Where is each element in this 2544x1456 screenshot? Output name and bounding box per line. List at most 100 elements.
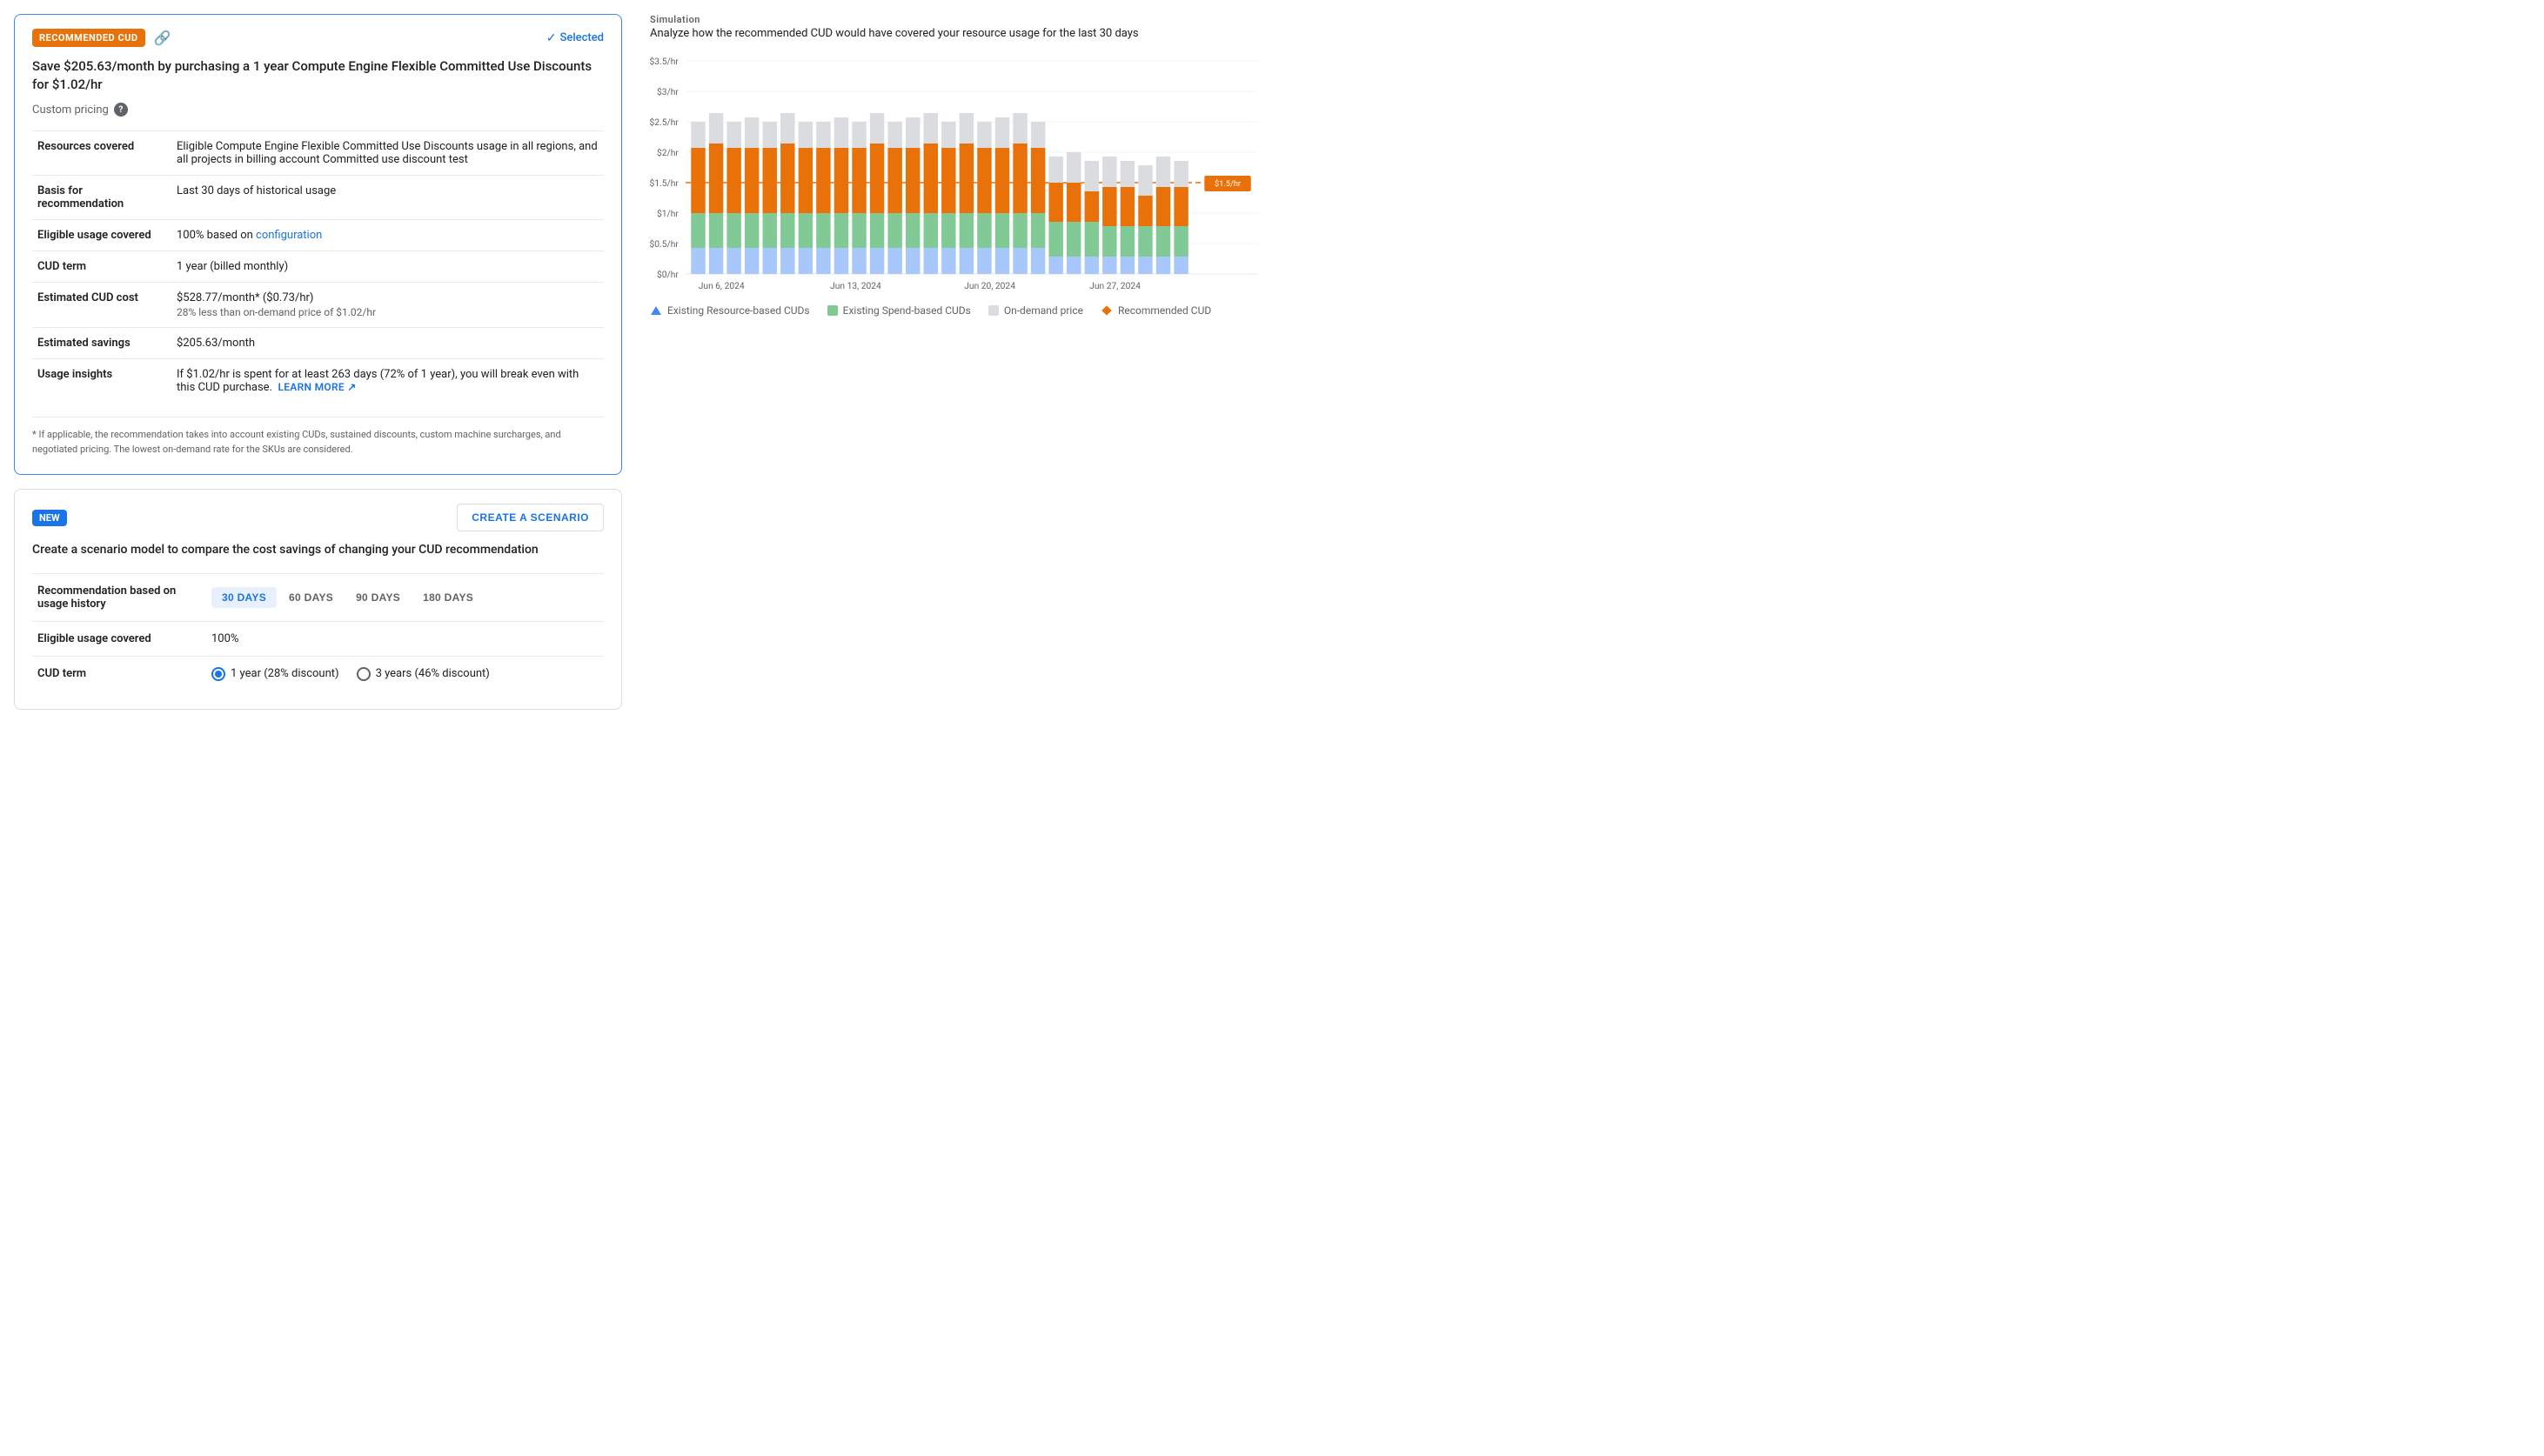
table-row: Basis for recommendation Last 30 days of…	[32, 176, 604, 220]
tab-90-days[interactable]: 90 DAYS	[345, 587, 411, 608]
cost-main: $528.77/month* ($0.73/hr)	[177, 291, 599, 304]
chart-container: $3.5/hr $3/hr $2.5/hr $2/hr $1.5/hr $1/h…	[650, 54, 1258, 297]
svg-text:$3/hr: $3/hr	[657, 86, 679, 97]
scenario-table: Recommendation based on usage history 30…	[32, 573, 604, 691]
header-left: RECOMMENDED CUD 🔗	[32, 29, 171, 47]
resources-covered-label: Resources covered	[32, 131, 171, 176]
basis-label: Basis for recommendation	[32, 176, 171, 220]
scenario-title: Create a scenario model to compare the c…	[32, 542, 604, 559]
estimated-cost-value: $528.77/month* ($0.73/hr) 28% less than …	[171, 283, 604, 328]
scenario-header: NEW CREATE A SCENARIO	[32, 504, 604, 531]
simulation-subtitle: Analyze how the recommended CUD would ha…	[650, 27, 1258, 40]
cost-sub: 28% less than on-demand price of $1.02/h…	[177, 306, 599, 318]
footnote: * If applicable, the recommendation take…	[32, 417, 604, 457]
table-row: Eligible usage covered 100%	[32, 621, 604, 656]
tab-180-days[interactable]: 180 DAYS	[412, 587, 484, 608]
usage-insights-label: Usage insights	[32, 359, 171, 404]
diamond-icon	[1101, 304, 1113, 317]
eligible-value: 100% based on configuration	[171, 220, 604, 251]
radio-1-year-dot	[215, 671, 222, 678]
details-table: Resources covered Eligible Compute Engin…	[32, 130, 604, 403]
rec-card-header: RECOMMENDED CUD 🔗 ✓ Selected	[32, 29, 604, 47]
table-row: Estimated savings $205.63/month	[32, 328, 604, 359]
eligible-label: Eligible usage covered	[32, 220, 171, 251]
table-row: Eligible usage covered 100% based on con…	[32, 220, 604, 251]
help-icon[interactable]: ?	[114, 103, 128, 117]
square-green-icon	[827, 305, 838, 316]
scenario-cud-term-label: CUD term	[32, 656, 206, 691]
bar-gray-1	[691, 122, 705, 148]
savings-value: $205.63/month	[171, 328, 604, 359]
table-row: Recommendation based on usage history 30…	[32, 573, 604, 621]
bar-blue-1	[691, 248, 705, 274]
radio-1-year[interactable]: 1 year (28% discount)	[211, 667, 339, 681]
simulation-title: Simulation	[650, 14, 1258, 25]
svg-text:$3.5/hr: $3.5/hr	[650, 56, 679, 67]
checkmark-icon: ✓	[546, 31, 557, 45]
legend-spend-cuds: Existing Spend-based CUDs	[827, 304, 971, 317]
radio-3-year-circle	[357, 667, 371, 681]
cud-term-label: CUD term	[32, 251, 171, 283]
table-row: CUD term 1 year (billed monthly)	[32, 251, 604, 283]
recommended-badge: RECOMMENDED CUD	[32, 29, 145, 47]
square-gray-icon	[988, 305, 999, 316]
svg-text:$1.5/hr: $1.5/hr	[1215, 179, 1241, 189]
svg-text:Jun 13, 2024: Jun 13, 2024	[830, 282, 881, 291]
radio-1-year-label: 1 year (28% discount)	[231, 667, 339, 680]
days-tabs-cell: 30 DAYS 60 DAYS 90 DAYS 180 DAYS	[206, 573, 604, 621]
selected-label: Selected	[559, 31, 604, 44]
right-panel: Simulation Analyze how the recommended C…	[636, 14, 1258, 710]
svg-text:Jun 6, 2024: Jun 6, 2024	[699, 282, 745, 291]
learn-more-link[interactable]: LEARN MORE ↗	[278, 381, 356, 393]
tab-60-days[interactable]: 60 DAYS	[278, 587, 344, 608]
selected-badge: ✓ Selected	[546, 31, 604, 45]
svg-text:$2/hr: $2/hr	[657, 147, 679, 158]
configuration-link[interactable]: configuration	[256, 229, 322, 242]
svg-text:$0.5/hr: $0.5/hr	[650, 238, 679, 250]
eligible-coverage-value: 100%	[206, 621, 604, 656]
scenario-card: NEW CREATE A SCENARIO Create a scenario …	[14, 489, 622, 710]
table-row: Resources covered Eligible Compute Engin…	[32, 131, 604, 176]
bar-orange-1	[691, 148, 705, 213]
legend-ondemand-label: On-demand price	[1004, 304, 1083, 317]
svg-text:$2.5/hr: $2.5/hr	[650, 117, 679, 128]
usage-insights-value: If $1.02/hr is spent for at least 263 da…	[171, 359, 604, 404]
cud-term-radio-group: 1 year (28% discount) 3 years (46% disco…	[211, 667, 599, 681]
eligible-coverage-label: Eligible usage covered	[32, 621, 206, 656]
radio-3-year-label: 3 years (46% discount)	[376, 667, 490, 680]
create-scenario-button[interactable]: CREATE A SCENARIO	[457, 504, 604, 531]
radio-3-year[interactable]: 3 years (46% discount)	[357, 667, 490, 681]
usage-history-label: Recommendation based on usage history	[32, 573, 206, 621]
basis-value: Last 30 days of historical usage	[171, 176, 604, 220]
table-row: Estimated CUD cost $528.77/month* ($0.73…	[32, 283, 604, 328]
svg-text:Jun 20, 2024: Jun 20, 2024	[964, 282, 1015, 291]
svg-text:$1.5/hr: $1.5/hr	[650, 177, 679, 189]
left-panel: RECOMMENDED CUD 🔗 ✓ Selected Save $205.6…	[14, 14, 636, 710]
resources-covered-value: Eligible Compute Engine Flexible Committ…	[171, 131, 604, 176]
estimated-cost-label: Estimated CUD cost	[32, 283, 171, 328]
tab-30-days[interactable]: 30 DAYS	[211, 587, 277, 608]
legend-resource-cuds: Existing Resource-based CUDs	[650, 304, 810, 317]
radio-1-year-circle	[211, 667, 225, 681]
link-icon[interactable]: 🔗	[154, 30, 171, 46]
custom-pricing-label: Custom pricing	[32, 104, 109, 117]
new-badge: NEW	[32, 510, 67, 526]
svg-text:Jun 27, 2024: Jun 27, 2024	[1089, 282, 1141, 291]
legend-spend-label: Existing Spend-based CUDs	[843, 304, 971, 317]
rec-title: Save $205.63/month by purchasing a 1 yea…	[32, 57, 604, 94]
simulation-chart: $3.5/hr $3/hr $2.5/hr $2/hr $1.5/hr $1/h…	[650, 54, 1258, 297]
legend-on-demand: On-demand price	[988, 304, 1083, 317]
scenario-cud-term-options: 1 year (28% discount) 3 years (46% disco…	[206, 656, 604, 691]
table-row: CUD term 1 year (28% discount)	[32, 656, 604, 691]
days-tabs: 30 DAYS 60 DAYS 90 DAYS 180 DAYS	[211, 587, 599, 608]
legend-resource-label: Existing Resource-based CUDs	[667, 304, 810, 317]
table-row: Usage insights If $1.02/hr is spent for …	[32, 359, 604, 404]
triangle-icon	[650, 304, 662, 317]
recommendation-card: RECOMMENDED CUD 🔗 ✓ Selected Save $205.6…	[14, 14, 622, 475]
svg-text:$1/hr: $1/hr	[657, 208, 679, 219]
legend-recommended-label: Recommended CUD	[1118, 304, 1211, 317]
savings-label: Estimated savings	[32, 328, 171, 359]
cud-term-value: 1 year (billed monthly)	[171, 251, 604, 283]
custom-pricing-row: Custom pricing ?	[32, 103, 604, 117]
svg-text:$0/hr: $0/hr	[657, 269, 679, 280]
